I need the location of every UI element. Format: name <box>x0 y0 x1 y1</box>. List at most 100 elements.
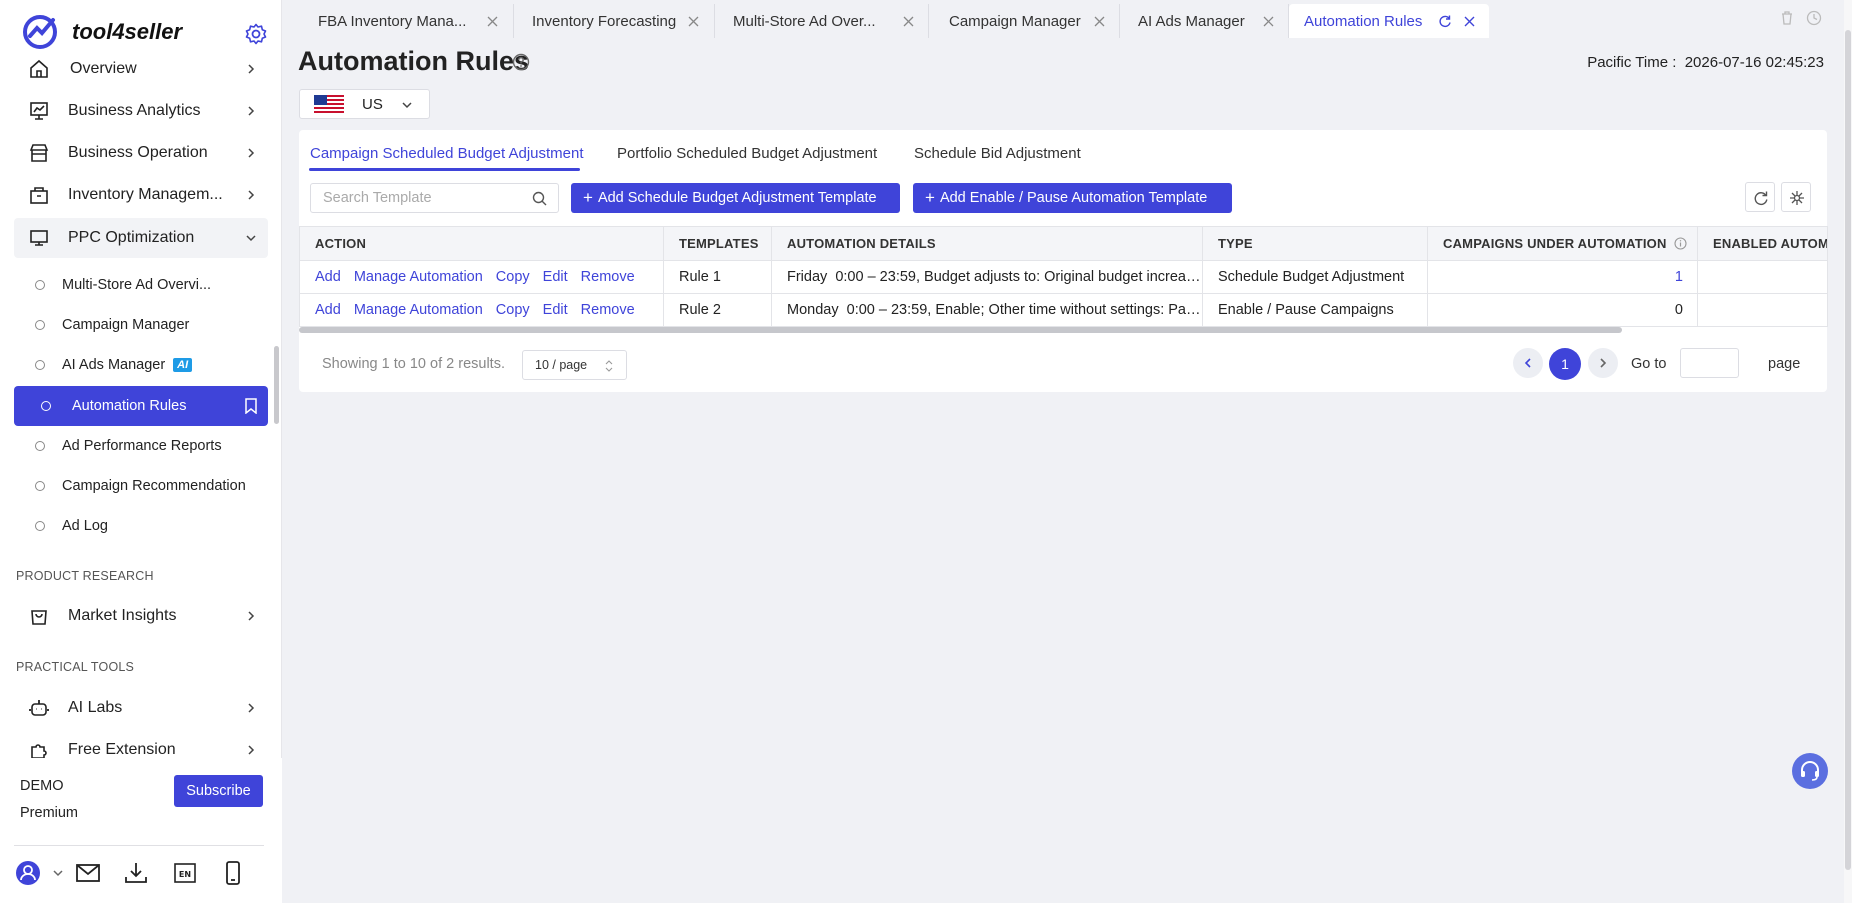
country-select[interactable]: US <box>299 89 430 119</box>
nav-business-analytics[interactable]: Business Analytics <box>14 91 268 131</box>
chevron-right-icon <box>1600 358 1607 368</box>
sidebar-item-automation-rules[interactable]: Automation Rules <box>14 386 268 426</box>
button-label: Add Enable / Pause Automation Template <box>939 190 1208 206</box>
ai-badge: AI <box>173 358 193 372</box>
customer-support-button[interactable] <box>1792 753 1828 789</box>
sidebar-item-multi-store-ad-overview[interactable]: Multi-Store Ad Overvi... <box>14 265 268 305</box>
tab-fba-inventory[interactable]: FBA Inventory Mana... <box>282 4 514 38</box>
nav-inventory-management-label: Inventory Managem... <box>68 186 223 203</box>
mail-icon[interactable] <box>75 860 101 886</box>
nav-market-insights[interactable]: Market Insights <box>14 596 268 636</box>
help-icon[interactable] <box>512 53 530 71</box>
next-page-button[interactable] <box>1588 348 1618 378</box>
gear-icon[interactable] <box>244 22 268 46</box>
tab-label: Multi-Store Ad Over... <box>733 12 876 30</box>
trash-icon[interactable] <box>1779 10 1795 26</box>
nav-overview[interactable]: Overview <box>14 49 268 89</box>
tab-multi-store-ad-overview[interactable]: Multi-Store Ad Over... <box>715 4 929 38</box>
sidebar-scrollbar[interactable] <box>274 346 279 424</box>
sidebar-item-label: Campaign Recommendation <box>62 478 246 494</box>
logo-icon <box>23 15 57 49</box>
page-scrollbar-thumb[interactable] <box>1845 30 1851 870</box>
chevron-right-icon <box>248 745 255 755</box>
automation-table: ACTION TEMPLATES AUTOMATION DETAILS TYPE… <box>299 226 1828 327</box>
clock-icon[interactable] <box>1806 10 1822 26</box>
search-input[interactable] <box>310 183 559 213</box>
page-size-select[interactable]: 10 / page <box>522 350 627 380</box>
close-icon[interactable] <box>1263 16 1274 27</box>
logo[interactable]: tool4seller <box>22 12 182 52</box>
analytics-icon <box>30 102 48 120</box>
manage-automation-link[interactable]: Manage Automation <box>354 269 483 285</box>
tab-campaign-scheduled-budget[interactable]: Campaign Scheduled Budget Adjustment <box>310 145 584 162</box>
account-plan: Premium <box>20 805 79 821</box>
close-icon[interactable] <box>1464 16 1475 27</box>
sidebar-item-ai-ads-manager[interactable]: AI Ads Manager AI <box>14 345 268 385</box>
nav-business-operation[interactable]: Business Operation <box>14 133 268 173</box>
mobile-icon[interactable] <box>220 860 246 886</box>
info-icon[interactable] <box>1674 237 1687 250</box>
download-icon[interactable] <box>123 860 149 886</box>
user-avatar-icon[interactable] <box>15 860 41 886</box>
close-icon[interactable] <box>903 16 914 27</box>
bullet-icon <box>41 401 51 411</box>
sidebar-item-label: Ad Performance Reports <box>62 438 222 454</box>
nav-business-analytics-label: Business Analytics <box>68 102 201 119</box>
goto-page-input[interactable] <box>1680 348 1739 378</box>
automation-card: Campaign Scheduled Budget Adjustment Por… <box>299 130 1828 392</box>
tab-campaign-manager[interactable]: Campaign Manager <box>929 4 1120 38</box>
add-link[interactable]: Add <box>315 302 341 318</box>
tab-portfolio-scheduled-budget[interactable]: Portfolio Scheduled Budget Adjustment <box>617 145 877 162</box>
prev-page-button[interactable] <box>1513 348 1543 378</box>
manage-automation-link[interactable]: Manage Automation <box>354 302 483 318</box>
remove-link[interactable]: Remove <box>581 269 635 285</box>
details-cell: Monday 0:00 – 23:59, Enable; Other time … <box>771 293 1203 327</box>
campaigns-count-link[interactable]: 1 <box>1427 260 1698 294</box>
refresh-icon[interactable] <box>1438 14 1452 28</box>
bullet-icon <box>35 441 45 451</box>
current-page[interactable]: 1 <box>1549 348 1581 380</box>
close-icon[interactable] <box>487 16 498 27</box>
copy-link[interactable]: Copy <box>496 302 530 318</box>
language-icon[interactable]: EN <box>172 860 198 886</box>
nav-ai-labs-label: AI Labs <box>68 699 123 716</box>
edit-link[interactable]: Edit <box>543 302 568 318</box>
column-settings-button[interactable] <box>1781 182 1811 212</box>
close-icon[interactable] <box>1094 16 1105 27</box>
nav-market-insights-label: Market Insights <box>68 607 177 624</box>
bookmark-icon[interactable] <box>244 398 258 414</box>
column-header-templates: TEMPLATES <box>663 226 772 261</box>
tab-ai-ads-manager[interactable]: AI Ads Manager <box>1120 4 1289 38</box>
sidebar-item-label: Ad Log <box>62 518 108 534</box>
subscribe-button[interactable]: Subscribe <box>174 775 263 807</box>
nav-ppc-optimization[interactable]: PPC Optimization <box>14 218 268 258</box>
close-icon[interactable] <box>688 16 699 27</box>
add-enable-pause-template-button[interactable]: + Add Enable / Pause Automation Template <box>913 183 1232 213</box>
search-icon[interactable] <box>532 191 547 206</box>
add-schedule-budget-template-button[interactable]: + Add Schedule Budget Adjustment Template <box>571 183 900 213</box>
goto-label: Go to <box>1631 356 1667 372</box>
chevron-down-icon[interactable] <box>51 860 65 886</box>
refresh-button[interactable] <box>1745 182 1775 212</box>
account-name: DEMO <box>20 778 64 794</box>
add-link[interactable]: Add <box>315 269 341 285</box>
nav-overview-label: Overview <box>70 60 137 77</box>
tab-bar: FBA Inventory Mana... Inventory Forecast… <box>282 0 1852 38</box>
tab-schedule-bid-adjustment[interactable]: Schedule Bid Adjustment <box>914 145 1081 162</box>
tab-automation-rules[interactable]: Automation Rules <box>1289 4 1489 38</box>
remove-link[interactable]: Remove <box>581 302 635 318</box>
edit-link[interactable]: Edit <box>543 269 568 285</box>
tab-label: AI Ads Manager <box>1138 12 1245 30</box>
copy-link[interactable]: Copy <box>496 269 530 285</box>
sidebar-item-ad-performance-reports[interactable]: Ad Performance Reports <box>14 426 268 466</box>
sidebar-item-campaign-manager[interactable]: Campaign Manager <box>14 305 268 345</box>
nav-ai-labs[interactable]: AI Labs <box>14 688 268 728</box>
sidebar-item-ad-log[interactable]: Ad Log <box>14 506 268 546</box>
sidebar-item-campaign-recommendation[interactable]: Campaign Recommendation <box>14 466 268 506</box>
chevron-right-icon <box>248 64 255 74</box>
action-cell: Add Manage Automation Copy Edit Remove <box>299 260 664 294</box>
monitor-icon <box>30 230 48 246</box>
tab-inventory-forecasting[interactable]: Inventory Forecasting <box>514 4 715 38</box>
nav-inventory-management[interactable]: Inventory Managem... <box>14 175 268 215</box>
table-horizontal-scrollbar[interactable] <box>299 327 1622 333</box>
